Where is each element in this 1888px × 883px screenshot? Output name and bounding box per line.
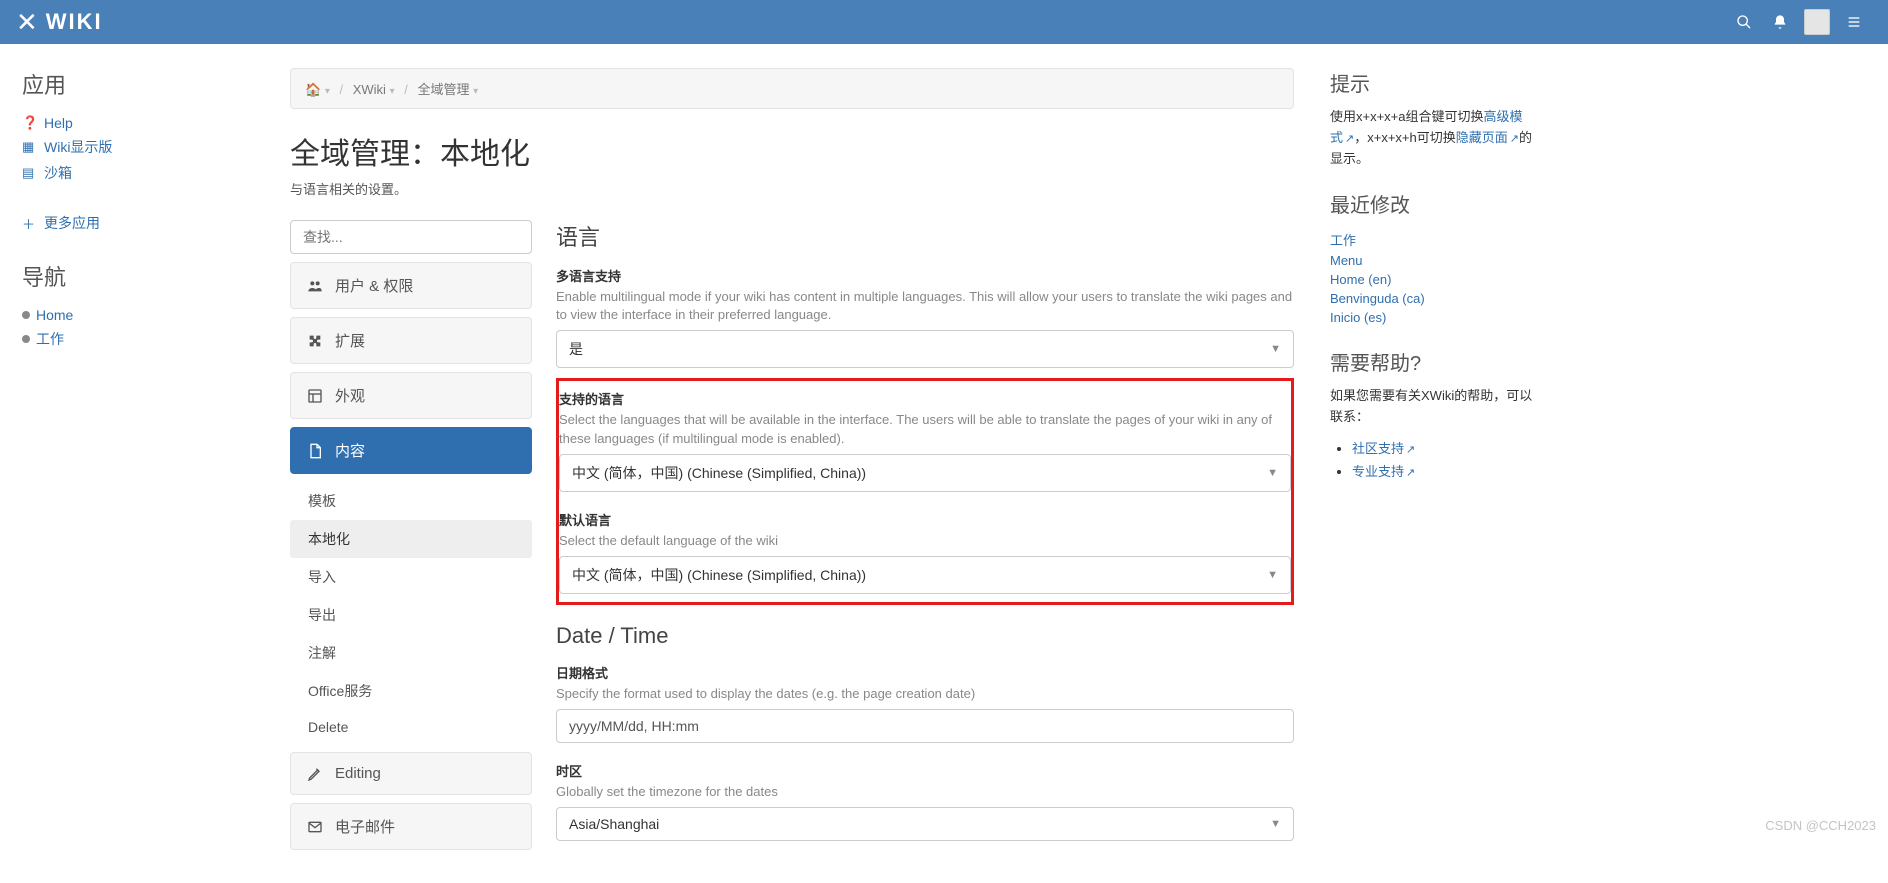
- external-link-icon: ↗: [1406, 444, 1415, 456]
- sub-localization[interactable]: 本地化: [290, 520, 532, 558]
- sub-export[interactable]: 导出: [290, 596, 532, 634]
- help-text: 如果您需要有关XWiki的帮助，可以联系：: [1330, 386, 1534, 428]
- nav-item-work[interactable]: 工作: [22, 326, 240, 352]
- chevron-down-icon: ▼: [1267, 467, 1278, 479]
- desc-multilingual: Enable multilingual mode if your wiki ha…: [556, 288, 1294, 324]
- link-community-support[interactable]: 社区支持: [1352, 441, 1404, 456]
- section-languages: 语言: [556, 220, 1294, 252]
- bullet-icon: [22, 311, 30, 319]
- label-default-lang: 默认语言: [559, 510, 1291, 529]
- select-multilingual[interactable]: 是▼: [556, 330, 1294, 368]
- external-link-icon: ↗: [1406, 467, 1415, 479]
- nav-users-rights[interactable]: 用户 & 权限: [290, 262, 532, 309]
- logo-mark-icon: ✕: [16, 7, 40, 38]
- chevron-down-icon[interactable]: ▾: [325, 86, 330, 97]
- desc-supported-langs: Select the languages that will be availa…: [559, 411, 1291, 447]
- external-link-icon: ↗: [1510, 133, 1519, 145]
- recent-link[interactable]: Inicio (es): [1330, 310, 1386, 325]
- chevron-down-icon[interactable]: ▾: [390, 86, 395, 97]
- top-header: ✕ WIKI: [0, 0, 1888, 44]
- nav-extensions[interactable]: 扩展: [290, 317, 532, 364]
- nav-editing[interactable]: Editing: [290, 752, 532, 795]
- label-supported-langs: 支持的语言: [559, 389, 1291, 408]
- input-date-format[interactable]: yyyy/MM/dd, HH:mm: [556, 709, 1294, 743]
- notifications-icon[interactable]: [1762, 4, 1798, 40]
- admin-nav: 用户 & 权限 扩展 外观 内容 模板 本地化 导入 导出 注解: [290, 220, 532, 859]
- app-link-sandbox[interactable]: ▤沙箱: [22, 160, 240, 186]
- app-link-wiki-display[interactable]: ▦Wiki显示版: [22, 134, 240, 160]
- nav-email[interactable]: 电子邮件: [290, 803, 532, 850]
- label-multilingual: 多语言支持: [556, 266, 1294, 285]
- chevron-down-icon: ▼: [1270, 818, 1281, 830]
- app-link-more[interactable]: ＋更多应用: [22, 210, 240, 236]
- desc-default-lang: Select the default language of the wiki: [559, 532, 1291, 550]
- label-date-format: 日期格式: [556, 663, 1294, 682]
- chevron-down-icon: ▼: [1270, 343, 1281, 355]
- brand-text: WIKI: [46, 9, 103, 35]
- nav-item-home[interactable]: Home: [22, 304, 240, 326]
- search-icon[interactable]: [1726, 4, 1762, 40]
- select-default-lang[interactable]: 中文 (简体，中国) (Chinese (Simplified, China))…: [559, 556, 1291, 594]
- desc-timezone: Globally set the timezone for the dates: [556, 783, 1294, 801]
- sub-annotations[interactable]: 注解: [290, 634, 532, 672]
- breadcrumb: 🏠 ▾ / XWiki ▾ / 全域管理 ▾: [290, 68, 1294, 109]
- page-subtitle: 与语言相关的设置。: [290, 179, 1294, 198]
- chevron-down-icon: ▼: [1267, 569, 1278, 581]
- recent-link[interactable]: Home (en): [1330, 272, 1391, 287]
- breadcrumb-globaladmin[interactable]: 全域管理: [417, 82, 469, 97]
- app-link-help[interactable]: ❓Help: [22, 112, 240, 134]
- recent-title: 最近修改: [1330, 189, 1534, 218]
- layout-icon: [307, 388, 327, 404]
- drawer-toggle-icon[interactable]: [1836, 4, 1872, 40]
- sub-templates[interactable]: 模板: [290, 482, 532, 520]
- brand-logo[interactable]: ✕ WIKI: [16, 7, 103, 38]
- apps-panel-title: 应用: [22, 68, 240, 100]
- external-link-icon: ↗: [1345, 133, 1354, 145]
- plus-icon: ＋: [22, 214, 40, 233]
- file-icon: [307, 443, 327, 459]
- envelope-icon: [307, 819, 327, 835]
- section-datetime: Date / Time: [556, 623, 1294, 649]
- sub-import[interactable]: 导入: [290, 558, 532, 596]
- label-timezone: 时区: [556, 761, 1294, 780]
- nav-content[interactable]: 内容: [290, 427, 532, 474]
- nav-panel-title: 导航: [22, 260, 240, 292]
- recent-link[interactable]: Menu: [1330, 253, 1363, 268]
- users-icon: [307, 278, 327, 294]
- breadcrumb-xwiki[interactable]: XWiki: [353, 82, 386, 97]
- nav-look-feel[interactable]: 外观: [290, 372, 532, 419]
- pencil-icon: [307, 766, 327, 782]
- desc-date-format: Specify the format used to display the d…: [556, 685, 1294, 703]
- puzzle-icon: [307, 333, 327, 349]
- recent-link[interactable]: Benvinguda (ca): [1330, 291, 1425, 306]
- sandbox-icon: ▤: [22, 165, 40, 181]
- select-timezone[interactable]: Asia/Shanghai▼: [556, 807, 1294, 841]
- highlight-annotation: 支持的语言 Select the languages that will be …: [556, 378, 1294, 605]
- chevron-down-icon[interactable]: ▾: [473, 86, 478, 97]
- select-supported-langs[interactable]: 中文 (简体，中国) (Chinese (Simplified, China))…: [559, 454, 1291, 492]
- page-title: 全域管理：本地化: [290, 129, 1294, 173]
- sub-delete[interactable]: Delete: [290, 710, 532, 744]
- tips-text: 使用x+x+x+a组合键可切换高级模式↗，x+x+x+h可切换隐藏页面↗的显示。: [1330, 107, 1534, 169]
- search-input[interactable]: [290, 220, 532, 254]
- home-icon[interactable]: 🏠: [305, 82, 321, 97]
- help-title: 需要帮助?: [1330, 347, 1534, 376]
- bullet-icon: [22, 335, 30, 343]
- sub-office[interactable]: Office服务: [290, 672, 532, 710]
- tips-title: 提示: [1330, 68, 1534, 97]
- right-sidebar: 提示 使用x+x+x+a组合键可切换高级模式↗，x+x+x+h可切换隐藏页面↗的…: [1322, 44, 1546, 883]
- grid-icon: ▦: [22, 139, 40, 155]
- link-hidden-pages[interactable]: 隐藏页面: [1456, 130, 1508, 145]
- user-avatar[interactable]: [1804, 9, 1830, 35]
- recent-link[interactable]: 工作: [1330, 233, 1356, 248]
- help-icon: ❓: [22, 115, 40, 131]
- link-pro-support[interactable]: 专业支持: [1352, 464, 1404, 479]
- left-sidebar: 应用 ❓Help ▦Wiki显示版 ▤沙箱 ＋更多应用 导航 Home 工作: [0, 44, 262, 883]
